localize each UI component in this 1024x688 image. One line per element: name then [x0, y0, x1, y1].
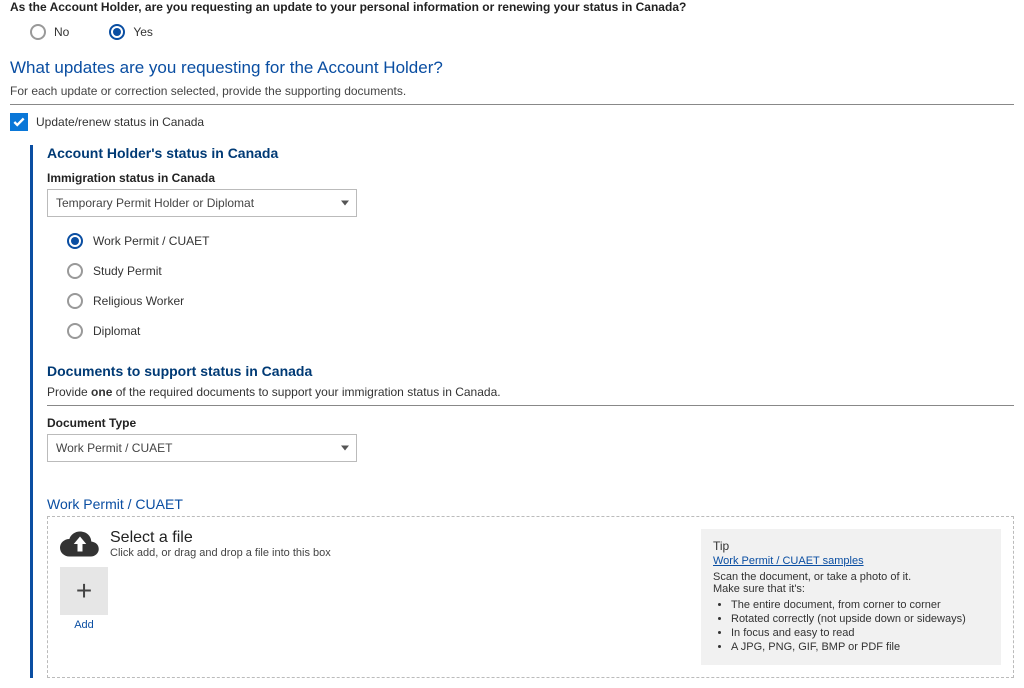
radio-yes[interactable]: Yes [109, 24, 153, 40]
radio-icon [67, 293, 83, 309]
immigration-status-label: Immigration status in Canada [47, 171, 1014, 185]
section-subtitle: For each update or correction selected, … [10, 84, 1014, 105]
select-file-title: Select a file [110, 529, 331, 547]
radio-icon-selected [67, 233, 83, 249]
radio-work-label: Work Permit / CUAET [93, 234, 209, 248]
document-type-label: Document Type [47, 416, 1014, 430]
radio-no[interactable]: No [30, 24, 69, 40]
status-block: Account Holder's status in Canada Immigr… [30, 145, 1014, 678]
radio-study-permit[interactable]: Study Permit [67, 263, 1014, 279]
permit-radio-group: Work Permit / CUAET Study Permit Religio… [67, 233, 1014, 339]
section-title: What updates are you requesting for the … [10, 58, 1014, 78]
tip-title: Tip [713, 539, 989, 553]
upload-section-title: Work Permit / CUAET [47, 496, 1014, 512]
radio-diplomat-label: Diplomat [93, 324, 140, 338]
radio-icon-selected [109, 24, 125, 40]
immigration-status-select[interactable]: Temporary Permit Holder or Diplomat [47, 189, 357, 217]
checkbox-checked-icon [10, 113, 28, 131]
add-label: Add [60, 619, 108, 631]
cloud-upload-icon [60, 529, 100, 559]
upload-dropzone[interactable]: Select a file Click add, or drag and dro… [47, 516, 1014, 678]
radio-religious-label: Religious Worker [93, 294, 184, 308]
radio-yes-label: Yes [133, 25, 153, 39]
tip-item: A JPG, PNG, GIF, BMP or PDF file [731, 641, 989, 653]
docs-heading: Documents to support status in Canada [47, 363, 1014, 379]
q1-radio-group: No Yes [30, 24, 1014, 40]
tip-item: Rotated correctly (not upside down or si… [731, 613, 989, 625]
radio-work-permit[interactable]: Work Permit / CUAET [67, 233, 1014, 249]
radio-no-label: No [54, 25, 69, 39]
document-type-select[interactable]: Work Permit / CUAET [47, 434, 357, 462]
radio-icon [67, 263, 83, 279]
status-heading: Account Holder's status in Canada [47, 145, 1014, 161]
add-file-button[interactable]: + [60, 567, 108, 615]
checkbox-update-status[interactable]: Update/renew status in Canada [10, 113, 1014, 131]
tip-samples-link[interactable]: Work Permit / CUAET samples [713, 555, 864, 567]
question-account-holder: As the Account Holder, are you requestin… [10, 0, 1014, 14]
plus-icon: + [76, 575, 92, 607]
radio-study-label: Study Permit [93, 264, 162, 278]
tip-line2: Make sure that it's: [713, 583, 989, 595]
tip-item: In focus and easy to read [731, 627, 989, 639]
docs-subtitle: Provide one of the required documents to… [47, 385, 1014, 406]
tip-item: The entire document, from corner to corn… [731, 599, 989, 611]
radio-icon [67, 323, 83, 339]
checkbox-label: Update/renew status in Canada [36, 115, 204, 129]
tip-box: Tip Work Permit / CUAET samples Scan the… [701, 529, 1001, 665]
radio-icon [30, 24, 46, 40]
radio-diplomat[interactable]: Diplomat [67, 323, 1014, 339]
select-file-sub: Click add, or drag and drop a file into … [110, 547, 331, 559]
tip-line1: Scan the document, or take a photo of it… [713, 571, 989, 583]
radio-religious-worker[interactable]: Religious Worker [67, 293, 1014, 309]
